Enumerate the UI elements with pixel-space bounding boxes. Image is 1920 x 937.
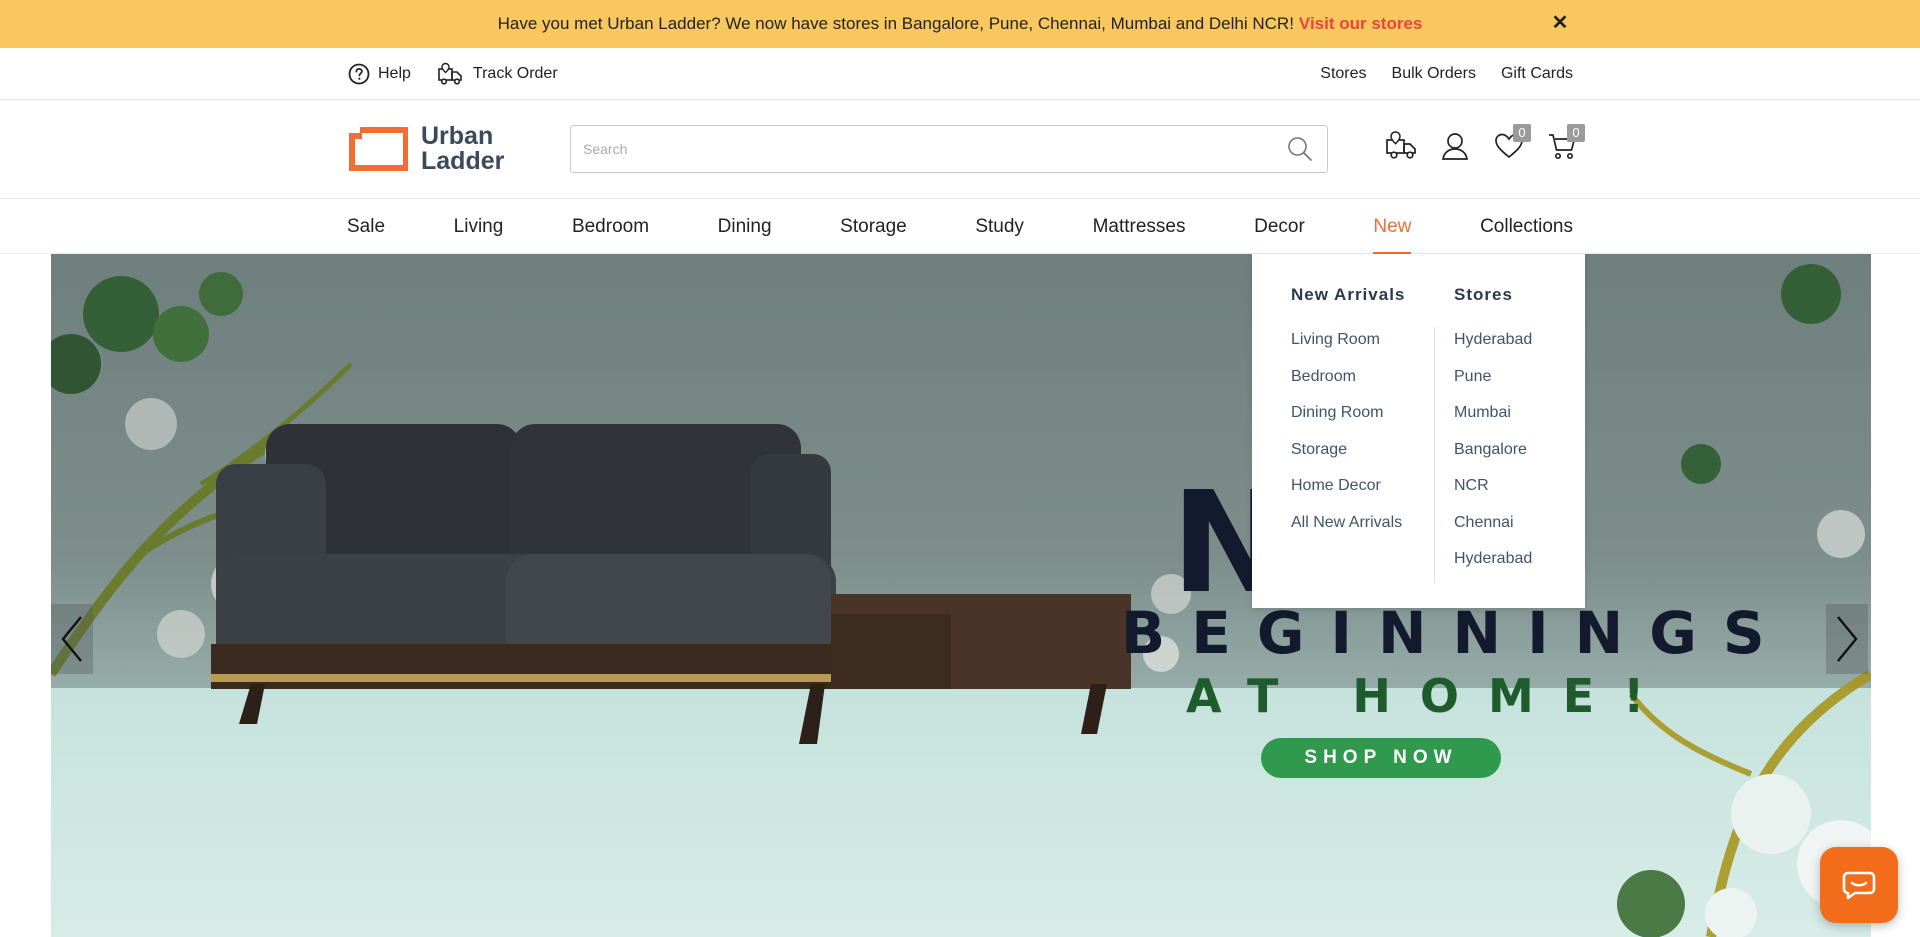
stores-link[interactable]: Stores: [1320, 65, 1366, 83]
menu-link-living-room[interactable]: Living Room: [1291, 330, 1405, 367]
nav-item-collections[interactable]: Collections: [1480, 199, 1573, 254]
stores-column: Stores Hyderabad Pune Mumbai Bangalore N…: [1433, 254, 1532, 586]
carousel-next-button[interactable]: [1826, 604, 1868, 674]
hero-artwork: [51, 264, 1871, 937]
new-arrivals-heading: New Arrivals: [1291, 285, 1406, 304]
sofa-illustration: [211, 424, 1131, 744]
logo-line-ladder: Ladder: [421, 147, 505, 175]
nav-item-living[interactable]: Living: [454, 199, 504, 254]
cart-count-badge: 0: [1567, 124, 1585, 142]
menu-link-bedroom[interactable]: Bedroom: [1291, 367, 1405, 404]
account-button[interactable]: [1439, 130, 1471, 162]
chat-widget-button[interactable]: [1820, 847, 1898, 923]
menu-link-store-hyderabad[interactable]: Hyderabad: [1454, 330, 1532, 367]
nav-item-decor[interactable]: Decor: [1254, 199, 1305, 254]
shop-now-button[interactable]: SHOP NOW: [1261, 738, 1501, 778]
close-icon[interactable]: ✕: [1550, 12, 1570, 34]
chevron-right-icon: [1837, 616, 1858, 662]
logo-wordmark: Urban Ladder: [421, 124, 504, 174]
track-order-label: Track Order: [472, 65, 558, 82]
help-icon: [348, 63, 370, 85]
visit-stores-link[interactable]: Visit our stores: [1299, 14, 1422, 34]
truck-icon: [438, 62, 462, 85]
logo-line-urban: Urban: [421, 122, 494, 150]
chat-icon: [1842, 871, 1876, 900]
menu-link-all-new-arrivals[interactable]: All New Arrivals: [1291, 513, 1405, 550]
track-order-link[interactable]: Track Order: [437, 62, 558, 86]
menu-link-storage[interactable]: Storage: [1291, 440, 1405, 477]
nav-item-dining[interactable]: Dining: [718, 199, 772, 254]
search-box: [570, 125, 1328, 173]
menu-link-store-hyderabad-2[interactable]: Hyderabad: [1454, 549, 1532, 586]
logo-mark: [348, 126, 409, 172]
bulk-orders-link[interactable]: Bulk Orders: [1392, 65, 1476, 83]
menu-link-home-decor[interactable]: Home Decor: [1291, 476, 1405, 513]
utility-bar: Help Track Order Stores Bulk Orders Gift…: [0, 48, 1920, 100]
menu-link-store-ncr[interactable]: NCR: [1454, 476, 1532, 513]
menu-link-dining-room[interactable]: Dining Room: [1291, 403, 1405, 440]
cart-button[interactable]: 0: [1547, 124, 1585, 162]
menu-link-store-pune[interactable]: Pune: [1454, 367, 1532, 404]
search-icon[interactable]: [1287, 136, 1313, 162]
gift-cards-link[interactable]: Gift Cards: [1501, 65, 1573, 83]
urban-ladder-logo[interactable]: Urban Ladder: [348, 124, 518, 174]
carousel-prev-button[interactable]: [51, 604, 93, 674]
main-nav: Sale Living Bedroom Dining Storage Study…: [0, 199, 1920, 254]
nav-item-storage[interactable]: Storage: [840, 199, 907, 254]
hero-headline-line3: AT HOME!: [1186, 669, 1674, 723]
track-order-icon: [1386, 131, 1416, 159]
wishlist-button[interactable]: 0: [1493, 124, 1531, 162]
wishlist-count-badge: 0: [1513, 124, 1531, 142]
search-input[interactable]: [583, 126, 1263, 172]
announcement-text: Have you met Urban Ladder? We now have s…: [497, 14, 1294, 33]
announcement-bar: Have you met Urban Ladder? We now have s…: [0, 0, 1920, 48]
menu-link-store-chennai[interactable]: Chennai: [1454, 513, 1532, 550]
new-arrivals-column: New Arrivals Living Room Bedroom Dining …: [1291, 254, 1405, 549]
nav-item-study[interactable]: Study: [975, 199, 1024, 254]
hero-banner[interactable]: N BEGINNINGS AT HOME! SHOP NOW: [51, 254, 1871, 937]
nav-item-bedroom[interactable]: Bedroom: [572, 199, 649, 254]
site-header: Urban Ladder Search 0 0: [0, 100, 1920, 199]
user-icon: [1442, 133, 1468, 160]
help-link[interactable]: Help: [348, 63, 411, 85]
chevron-left-icon: [61, 616, 82, 662]
nav-item-mattresses[interactable]: Mattresses: [1093, 199, 1186, 254]
menu-link-store-mumbai[interactable]: Mumbai: [1454, 403, 1532, 440]
nav-item-sale[interactable]: Sale: [347, 199, 385, 254]
nav-item-new[interactable]: New: [1373, 199, 1412, 254]
hero-headline-line2: BEGINNINGS: [1121, 599, 1791, 667]
help-label: Help: [378, 65, 411, 82]
menu-link-store-bangalore[interactable]: Bangalore: [1454, 440, 1532, 477]
new-mega-menu: New Arrivals Living Room Bedroom Dining …: [1252, 254, 1585, 608]
stores-heading: Stores: [1454, 285, 1513, 304]
track-order-button[interactable]: [1385, 130, 1417, 162]
